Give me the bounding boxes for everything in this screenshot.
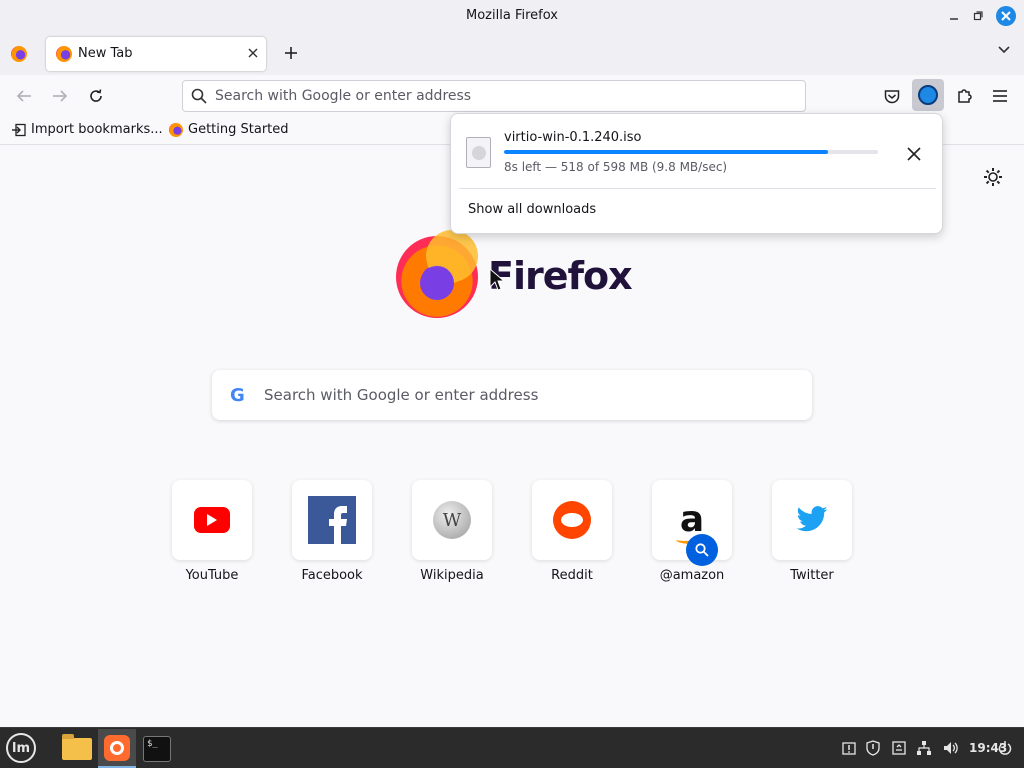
firefox-icon <box>169 122 183 137</box>
cancel-download-button[interactable] <box>903 143 925 165</box>
volume-icon[interactable] <box>942 739 960 757</box>
close-window-button[interactable] <box>996 6 1016 26</box>
shield-icon[interactable] <box>864 739 882 757</box>
wikipedia-icon: W <box>433 501 471 539</box>
top-site-reddit[interactable]: Reddit <box>512 480 632 590</box>
downloads-button[interactable] <box>912 79 944 111</box>
top-site-label: Wikipedia <box>420 568 484 583</box>
pocket-icon <box>884 89 900 103</box>
content-search-input[interactable] <box>264 383 794 407</box>
folder-icon <box>62 733 92 760</box>
show-all-downloads-button[interactable]: Show all downloads <box>468 202 596 217</box>
search-icon <box>695 543 709 557</box>
gear-icon <box>984 168 1002 186</box>
pocket-button[interactable] <box>879 83 905 109</box>
puzzle-icon <box>958 89 972 103</box>
url-bar[interactable] <box>182 80 806 112</box>
chevron-down-icon <box>998 46 1010 54</box>
import-icon <box>12 123 26 136</box>
top-sites: YouTube Facebook W Wikipedia Reddit a @a… <box>152 480 872 590</box>
tab-label: New Tab <box>78 46 133 61</box>
download-status: 8s left — 518 of 598 MB (9.8 MB/sec) <box>504 160 728 174</box>
download-progress-icon <box>918 85 938 105</box>
mint-logo-icon: lm <box>11 740 30 756</box>
close-icon <box>1001 11 1011 21</box>
firefox-icon <box>104 734 130 761</box>
restore-icon <box>973 11 983 21</box>
terminal-icon: $_ <box>143 735 171 762</box>
tab-new-tab[interactable]: New Tab <box>46 37 266 71</box>
top-site-twitter[interactable]: Twitter <box>752 480 872 590</box>
bookmark-label: Getting Started <box>188 122 289 137</box>
reload-button[interactable] <box>84 84 108 108</box>
forward-button[interactable] <box>48 84 72 108</box>
new-tab-button[interactable] <box>280 42 302 64</box>
google-icon: G <box>230 385 245 406</box>
customize-button[interactable] <box>982 166 1004 188</box>
power-icon[interactable] <box>996 739 1014 757</box>
brand-wordmark: Firefox <box>488 254 633 298</box>
minimize-button[interactable] <box>944 6 964 26</box>
top-site-label: @amazon <box>659 568 725 583</box>
taskbar-files[interactable] <box>58 729 96 768</box>
firefox-logo: Firefox <box>396 222 636 326</box>
search-shortcut-badge <box>686 534 718 566</box>
maximize-button[interactable] <box>968 6 988 26</box>
taskbar: lm $_ 19:43 <box>0 727 1024 768</box>
content-search-box[interactable]: G <box>212 370 812 420</box>
tab-strip: New Tab <box>0 33 1024 75</box>
start-menu-button[interactable]: lm <box>6 733 36 763</box>
top-site-wikipedia[interactable]: W Wikipedia <box>392 480 512 590</box>
downloads-panel: virtio-win-0.1.240.iso 8s left — 518 of … <box>450 113 943 234</box>
url-input[interactable] <box>215 85 795 107</box>
top-site-label: YouTube <box>185 568 239 583</box>
top-site-label: Reddit <box>551 568 593 583</box>
mouse-cursor-icon <box>489 268 505 291</box>
title-bar: Mozilla Firefox <box>0 0 1024 33</box>
firefox-icon <box>56 46 72 62</box>
update-manager-icon[interactable] <box>840 739 858 757</box>
amazon-icon: a <box>675 502 710 544</box>
navigation-bar <box>0 75 1024 117</box>
extensions-button[interactable] <box>952 83 978 109</box>
top-site-facebook[interactable]: Facebook <box>272 480 392 590</box>
reddit-icon <box>553 501 591 539</box>
plus-icon <box>285 47 297 59</box>
tab-close-button[interactable] <box>244 44 262 62</box>
keyboard-layout-icon[interactable] <box>890 739 908 757</box>
download-file-name[interactable]: virtio-win-0.1.240.iso <box>504 130 642 145</box>
firefox-view-icon[interactable] <box>11 46 27 62</box>
back-button[interactable] <box>12 84 36 108</box>
taskbar-firefox[interactable] <box>98 729 136 768</box>
bookmark-getting-started[interactable]: Getting Started <box>169 122 289 137</box>
hamburger-icon <box>993 90 1007 102</box>
twitter-icon <box>796 506 828 532</box>
app-menu-button[interactable] <box>987 83 1013 109</box>
close-icon <box>907 147 921 161</box>
arrow-right-icon <box>53 90 68 102</box>
facebook-icon <box>308 496 356 544</box>
download-progress-fill <box>504 150 828 154</box>
top-site-amazon[interactable]: a @amazon <box>632 480 752 590</box>
youtube-icon <box>194 507 230 533</box>
close-icon <box>248 48 258 58</box>
download-progress-bar <box>504 150 878 154</box>
list-all-tabs-button[interactable] <box>994 43 1014 63</box>
taskbar-terminal[interactable]: $_ <box>138 729 176 768</box>
bookmark-label: Import bookmarks... <box>31 122 163 137</box>
divider <box>459 188 936 189</box>
file-icon <box>466 137 491 168</box>
reload-icon <box>90 89 102 102</box>
search-icon <box>191 88 207 104</box>
network-icon[interactable] <box>915 739 933 757</box>
top-site-label: Facebook <box>301 568 363 583</box>
arrow-left-icon <box>16 90 31 102</box>
bookmark-import[interactable]: Import bookmarks... <box>12 122 163 137</box>
top-site-label: Twitter <box>790 568 834 583</box>
window-title: Mozilla Firefox <box>466 8 558 23</box>
top-site-youtube[interactable]: YouTube <box>152 480 272 590</box>
minimize-icon <box>950 18 958 20</box>
